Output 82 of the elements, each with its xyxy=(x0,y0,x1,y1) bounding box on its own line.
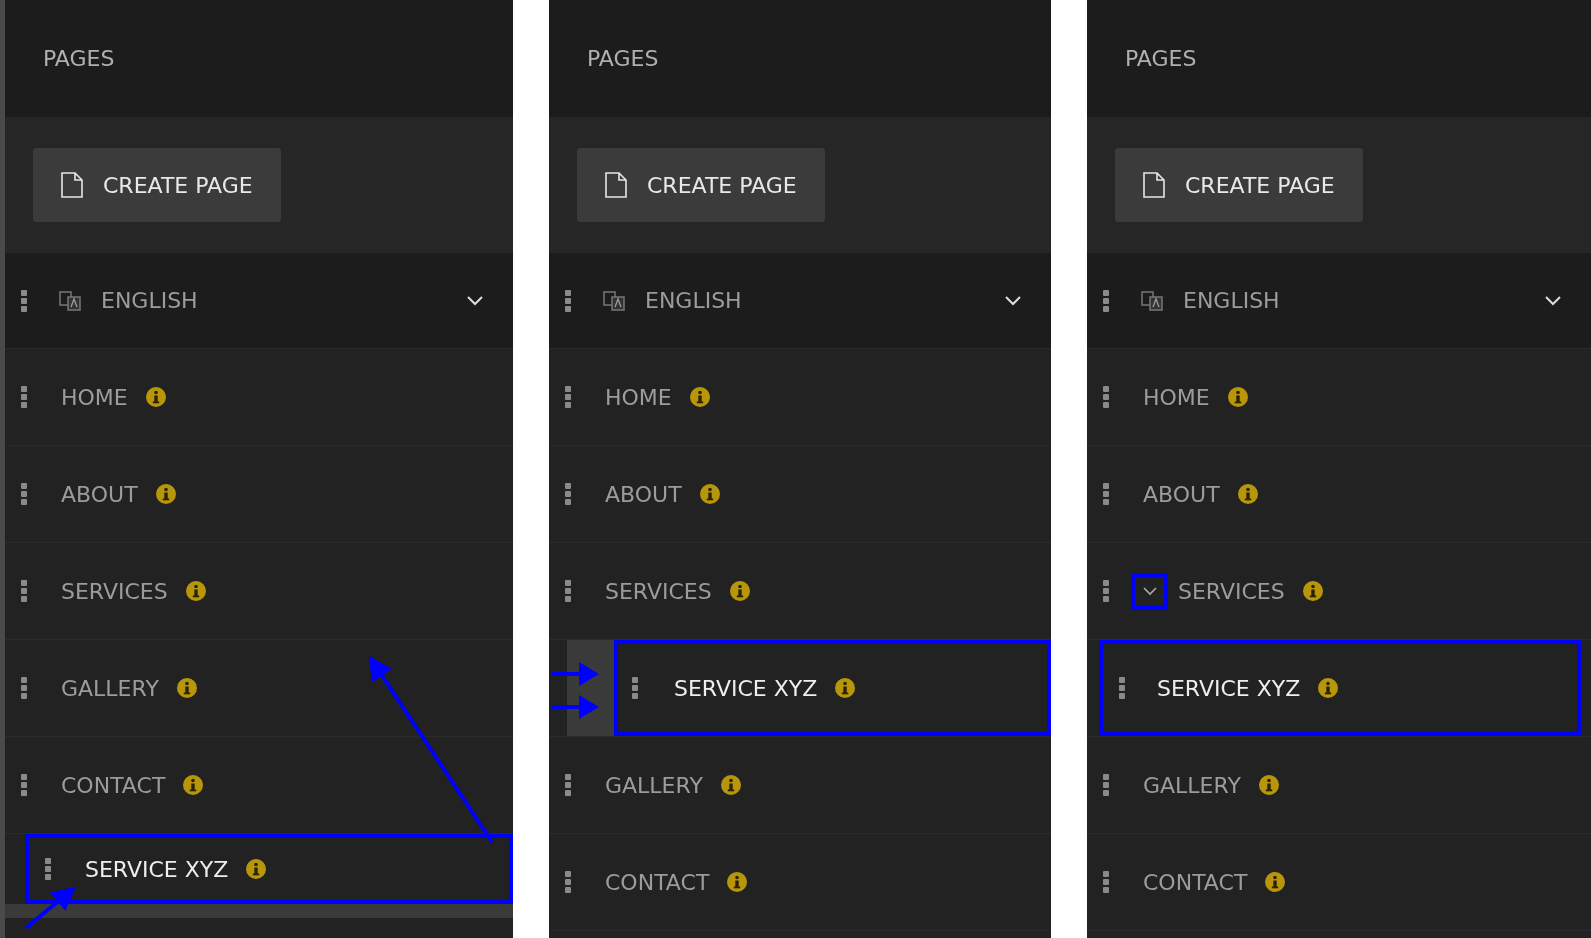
drag-handle-icon[interactable] xyxy=(565,580,571,602)
info-icon[interactable] xyxy=(145,387,166,407)
info-icon[interactable] xyxy=(835,678,856,698)
panel-title: PAGES xyxy=(1125,46,1197,71)
drag-handle-icon[interactable] xyxy=(1103,774,1109,796)
page-title: SERVICE XYZ xyxy=(674,675,818,701)
drag-handle-icon[interactable] xyxy=(565,289,571,312)
drag-handle-icon[interactable] xyxy=(565,483,571,505)
annotation-arrow xyxy=(551,662,599,686)
chevron-down-icon[interactable] xyxy=(1005,295,1021,306)
page-title: SERVICE XYZ xyxy=(1157,675,1301,701)
info-icon[interactable] xyxy=(1265,872,1286,892)
language-label: ENGLISH xyxy=(101,288,198,313)
translate-icon xyxy=(59,289,81,312)
page-title: HOME xyxy=(61,384,128,410)
document-icon xyxy=(61,172,83,198)
page-item[interactable]: SERVICE XYZ xyxy=(549,640,1051,737)
page-title: GALLERY xyxy=(1143,772,1241,798)
create-page-button[interactable]: CREATE PAGE xyxy=(577,148,825,222)
page-title: SERVICES xyxy=(1178,578,1285,604)
page-title: CONTACT xyxy=(61,772,166,798)
language-label: ENGLISH xyxy=(1183,288,1280,313)
info-icon[interactable] xyxy=(1318,678,1339,698)
info-icon[interactable] xyxy=(183,775,204,795)
info-icon[interactable] xyxy=(1302,581,1323,601)
create-page-button[interactable]: CREATE PAGE xyxy=(33,148,281,222)
page-title: ABOUT xyxy=(605,481,682,507)
drag-handle-icon[interactable] xyxy=(1103,871,1109,893)
document-icon xyxy=(605,172,627,198)
drag-handle-icon[interactable] xyxy=(21,386,27,408)
info-icon[interactable] xyxy=(176,678,197,698)
info-icon[interactable] xyxy=(1237,484,1258,504)
drag-handle-icon[interactable] xyxy=(1103,289,1109,312)
info-icon[interactable] xyxy=(155,484,176,504)
document-icon xyxy=(1143,172,1165,198)
panel-title: PAGES xyxy=(587,46,659,71)
chevron-down-icon[interactable] xyxy=(467,295,483,306)
drag-handle-icon[interactable] xyxy=(45,858,51,880)
drag-handle-icon[interactable] xyxy=(632,677,638,699)
page-title: SERVICES xyxy=(61,578,168,604)
page-title: HOME xyxy=(605,384,672,410)
info-icon[interactable] xyxy=(185,581,206,601)
info-icon[interactable] xyxy=(727,872,748,892)
page-title: CONTACT xyxy=(605,869,710,895)
drag-handle-icon[interactable] xyxy=(21,289,27,312)
page-item[interactable]: SERVICE XYZ xyxy=(5,834,513,918)
annotation-arrow xyxy=(24,886,77,930)
page-title: GALLERY xyxy=(605,772,703,798)
drag-handle-icon[interactable] xyxy=(565,774,571,796)
page-title: ABOUT xyxy=(1143,481,1220,507)
page-title: HOME xyxy=(1143,384,1210,410)
drag-handle-icon[interactable] xyxy=(1103,580,1109,602)
page-title: SERVICE XYZ xyxy=(85,856,229,882)
info-icon[interactable] xyxy=(1258,775,1279,795)
page-title: GALLERY xyxy=(61,675,159,701)
drag-handle-icon[interactable] xyxy=(1119,677,1125,699)
info-icon[interactable] xyxy=(729,581,750,601)
page-title: ABOUT xyxy=(61,481,138,507)
info-icon[interactable] xyxy=(720,775,741,795)
drag-handle-icon[interactable] xyxy=(1103,386,1109,408)
translate-icon xyxy=(1141,289,1163,312)
info-icon[interactable] xyxy=(1227,387,1248,407)
page-title: CONTACT xyxy=(1143,869,1248,895)
drag-handle-icon[interactable] xyxy=(565,386,571,408)
language-label: ENGLISH xyxy=(645,288,742,313)
drag-handle-icon[interactable] xyxy=(21,774,27,796)
info-icon[interactable] xyxy=(689,387,710,407)
create-page-button[interactable]: CREATE PAGE xyxy=(1115,148,1363,222)
panel-title: PAGES xyxy=(43,46,115,71)
drag-handle-icon[interactable] xyxy=(21,677,27,699)
translate-icon xyxy=(603,289,625,312)
chevron-down-icon[interactable] xyxy=(1545,295,1561,306)
page-item[interactable]: SERVICE XYZ xyxy=(1087,640,1591,737)
drag-handle-icon[interactable] xyxy=(1103,483,1109,505)
info-icon[interactable] xyxy=(246,859,267,879)
chevron-icon[interactable] xyxy=(1131,572,1168,610)
drag-handle-icon[interactable] xyxy=(21,580,27,602)
info-icon[interactable] xyxy=(699,484,720,504)
drag-handle-icon[interactable] xyxy=(21,483,27,505)
drag-handle-icon[interactable] xyxy=(565,871,571,893)
page-title: SERVICES xyxy=(605,578,712,604)
annotation-arrow xyxy=(551,695,599,719)
